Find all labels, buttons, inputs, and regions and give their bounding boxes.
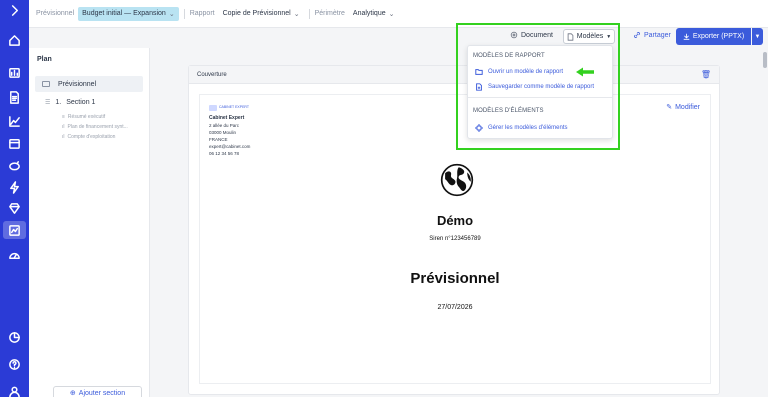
left-nav-rail <box>0 0 29 397</box>
siren-number: Siren n°123456789 <box>429 236 481 242</box>
document-date: 27/07/2026 <box>437 304 473 311</box>
company-email: expert@cabinet.com <box>209 143 251 149</box>
link-icon <box>634 32 640 38</box>
subitem-label: Compte d'exploitation <box>67 134 116 140</box>
partager-label: Partager <box>644 31 671 39</box>
export-dropdown-toggle[interactable]: ▼ <box>752 28 763 45</box>
add-section-button[interactable]: ⊕ Ajouter section <box>53 386 142 397</box>
cover-block: Couverture 🗑 ✎ Modifier CABINET EXPERT C… <box>188 65 720 395</box>
plan-sidebar: Plan Prévisionnel ☰ 1. Section 1 ≡ Résum… <box>29 48 150 397</box>
perimetre-value: Analytique <box>352 10 386 17</box>
modifier-label: Modifier <box>675 103 700 111</box>
plan-title: Plan <box>37 56 52 63</box>
bar-chart-icon: ıl <box>62 134 65 140</box>
previsionnel-value: Budget initial — Expansion <box>82 10 166 17</box>
highlight-annotation-box <box>456 23 620 150</box>
partager-button[interactable]: Partager <box>633 31 671 39</box>
subitem-label: Plan de financement synt... <box>67 124 128 130</box>
plan-subitem[interactable]: ıl Plan de financement synt... <box>62 124 128 130</box>
diamond-icon[interactable] <box>0 199 29 217</box>
logo-text: CABINET EXPERT <box>219 105 250 110</box>
subitem-label: Résumé exécutif <box>67 114 106 120</box>
chart-icon[interactable] <box>0 63 29 81</box>
calendar-icon[interactable] <box>0 134 29 152</box>
cover-page: ✎ Modifier CABINET EXPERT Cabinet Expert… <box>199 94 711 384</box>
home-icon[interactable] <box>0 31 29 49</box>
rapport-label: Rapport <box>189 10 215 17</box>
chevron-down-icon: ⌄ <box>388 10 395 18</box>
add-section-label: Ajouter section <box>78 389 126 397</box>
export-button[interactable]: Exporter (PPTX) <box>676 28 751 45</box>
divider <box>308 8 310 19</box>
chevron-right-icon[interactable] <box>0 1 29 19</box>
page-icon <box>42 81 50 87</box>
chevron-down-icon: ⌄ <box>293 10 300 18</box>
user-icon[interactable] <box>0 382 29 397</box>
cover-block-title: Couverture <box>197 71 227 78</box>
modifier-button[interactable]: ✎ Modifier <box>666 103 700 112</box>
plan-subitem[interactable]: ≡ Résumé exécutif <box>62 114 105 120</box>
chevron-down-icon: ⌄ <box>168 10 175 18</box>
company-logo: CABINET EXPERT <box>209 105 250 111</box>
company-address-2: 03000 Moulin <box>209 129 237 135</box>
perimetre-select[interactable]: Analytique ⌄ <box>349 7 399 21</box>
logo-icon <box>209 105 217 111</box>
drag-handle-icon[interactable]: ☰ <box>45 99 50 106</box>
trash-icon[interactable]: 🗑 <box>701 70 711 79</box>
rapport-value: Copie de Prévisionnel <box>222 10 291 17</box>
piggy-bank-icon[interactable] <box>0 156 29 174</box>
line-chart-icon[interactable] <box>0 112 29 130</box>
divider <box>183 8 185 19</box>
company-name: Cabinet Expert <box>209 115 245 121</box>
company-country: FRANCE <box>209 136 228 142</box>
section-number: 1. <box>55 99 62 106</box>
gauge-icon[interactable] <box>0 246 29 264</box>
globe-icon <box>440 163 474 197</box>
perimetre-label: Périmètre <box>314 10 345 17</box>
company-phone: 06 12 34 56 78 <box>209 150 240 156</box>
plan-item-label: Prévisionnel <box>58 80 97 88</box>
plan-subitem[interactable]: ıl Compte d'exploitation <box>62 134 115 140</box>
text-icon: ≡ <box>62 114 65 120</box>
previsionnel-select[interactable]: Budget initial — Expansion ⌄ <box>78 6 179 21</box>
rapport-select[interactable]: Copie de Prévisionnel ⌄ <box>219 7 304 21</box>
plan-item-previsionnel[interactable]: Prévisionnel <box>35 76 143 92</box>
plan-section-1[interactable]: ☰ 1. Section 1 <box>45 99 95 106</box>
scrollbar-thumb[interactable] <box>763 52 767 68</box>
bar-chart-icon: ıl <box>62 124 65 130</box>
report-icon[interactable] <box>3 221 26 239</box>
section-label: Section 1 <box>66 99 96 106</box>
previsionnel-label: Prévisionnel <box>36 10 75 17</box>
plus-circle-icon: ⊕ <box>69 390 76 397</box>
lightning-icon[interactable] <box>0 178 29 196</box>
client-name: Démo <box>436 213 474 228</box>
arrow-left-icon <box>576 67 594 77</box>
export-label: Exporter (PPTX) <box>692 33 745 40</box>
document-icon[interactable] <box>0 88 29 106</box>
cover-block-header: Couverture 🗑 <box>189 66 719 84</box>
help-icon[interactable] <box>0 355 29 373</box>
document-title: Prévisionnel <box>410 270 500 287</box>
pie-chart-icon[interactable] <box>0 328 29 346</box>
edit-icon: ✎ <box>666 104 673 111</box>
caret-down-icon: ▼ <box>754 33 761 40</box>
download-icon <box>683 33 690 40</box>
top-bar: Prévisionnel Budget initial — Expansion … <box>29 0 768 28</box>
company-address-1: 2 allée du Parc <box>209 122 240 128</box>
company-info: CABINET EXPERT Cabinet Expert 2 allée du… <box>209 105 250 158</box>
